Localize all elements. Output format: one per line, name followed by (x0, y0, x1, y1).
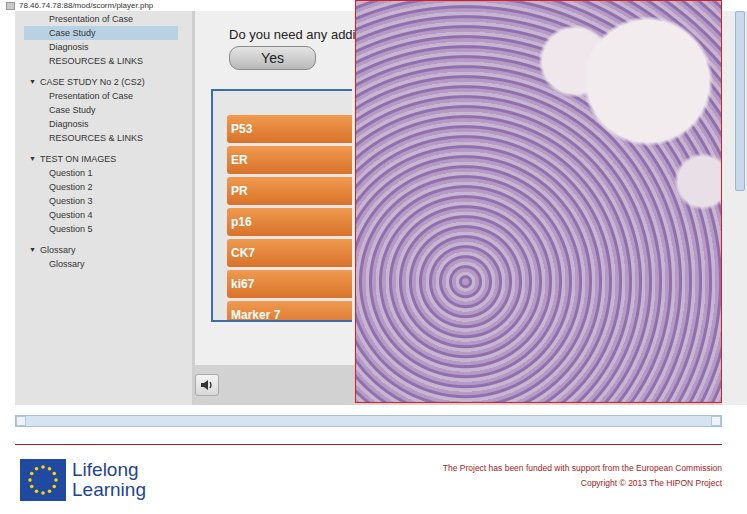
sidebar-item[interactable]: Question 4 (24, 208, 192, 222)
item-label[interactable]: Case Study (49, 105, 96, 115)
sidebar-item[interactable]: Diagnosis (24, 40, 192, 54)
sidebar: Presentation of Case Case Study Diagnosis R… (15, 11, 195, 405)
speaker-icon[interactable] (200, 379, 214, 391)
item-label[interactable]: Question 5 (49, 224, 93, 234)
marker-button[interactable]: PR (227, 177, 352, 205)
marker-button[interactable]: CK7 (227, 239, 352, 267)
sidebar-item[interactable]: Presentation of Case (24, 89, 192, 103)
logo-text: Lifelong (72, 460, 146, 480)
divider (15, 444, 722, 445)
funding-note: The Project has been funded with support… (443, 461, 722, 476)
section-label[interactable]: Glossary (40, 243, 76, 257)
yes-button[interactable]: Yes (229, 46, 316, 70)
expand-toggle[interactable]: ▼ (29, 75, 36, 89)
sidebar-item[interactable]: Question 1 (24, 166, 192, 180)
sidebar-section[interactable]: ▼ CASE STUDY No 2 (CS2) (24, 75, 192, 89)
sidebar-item[interactable]: Diagnosis (24, 117, 192, 131)
item-label[interactable]: Diagnosis (49, 42, 89, 52)
marker-button[interactable]: Marker 7 (227, 301, 352, 322)
sidebar-item[interactable]: Question 5 (24, 222, 192, 236)
section-label[interactable]: CASE STUDY No 2 (CS2) (40, 75, 145, 89)
address-text[interactable]: 78.46.74.78:88/mod/scorm/player.php (19, 0, 153, 11)
item-label[interactable]: Question 2 (49, 182, 93, 192)
page-icon (6, 2, 15, 10)
scroll-thumb[interactable] (735, 11, 745, 191)
marker-button[interactable]: ER (227, 146, 352, 174)
item-label[interactable]: Question 4 (49, 210, 93, 220)
marker-button[interactable]: ki67 (227, 270, 352, 298)
sidebar-item[interactable]: Glossary (24, 257, 192, 271)
copyright-note: Copyright © 2013 The HIPON Project (443, 476, 722, 491)
marker-button[interactable]: P53 (227, 115, 352, 143)
footer: LifelongLearning The Project has been fun… (0, 445, 747, 501)
item-label[interactable]: Question 1 (49, 168, 93, 178)
horizontal-scrollbar[interactable] (15, 415, 722, 427)
item-label[interactable]: Case Study (49, 28, 96, 38)
sidebar-section[interactable]: ▼ Glossary (24, 243, 192, 257)
sidebar-item[interactable]: Case Study (24, 26, 178, 40)
sidebar-section[interactable]: ▼ TEST ON IMAGES (24, 152, 192, 166)
logo-text: Learning (72, 480, 146, 500)
marker-panel: P53 ER PR p16 CK7 ki67 Marker 7 (211, 89, 352, 322)
histology-image (355, 0, 722, 403)
sound-button[interactable] (195, 374, 219, 396)
player-frame: Presentation of Case Case Study Diagnosis R… (15, 11, 722, 405)
marker-button[interactable]: p16 (227, 208, 352, 236)
sidebar-item[interactable]: Presentation of Case (24, 12, 192, 26)
vertical-scrollbar[interactable] (722, 11, 747, 405)
sidebar-item[interactable]: Question 2 (24, 180, 192, 194)
eu-flag-icon (20, 459, 66, 501)
item-label[interactable]: RESOURCES & LINKS (49, 56, 143, 66)
scroll-right-button[interactable] (711, 416, 721, 426)
sidebar-item[interactable]: RESOURCES & LINKS (24, 131, 192, 145)
expand-toggle[interactable]: ▼ (29, 152, 36, 166)
section-label[interactable]: TEST ON IMAGES (40, 152, 116, 166)
item-label[interactable]: Question 3 (49, 196, 93, 206)
sidebar-item[interactable]: RESOURCES & LINKS (24, 54, 192, 68)
sidebar-item[interactable]: Question 3 (24, 194, 192, 208)
item-label[interactable]: Diagnosis (49, 119, 89, 129)
expand-toggle[interactable]: ▼ (29, 243, 36, 257)
item-label[interactable]: Glossary (49, 259, 85, 269)
sidebar-item[interactable]: Case Study (24, 103, 192, 117)
item-label[interactable]: Presentation of Case (49, 91, 133, 101)
lifelong-learning-logo: LifelongLearning (20, 459, 146, 501)
item-label[interactable]: RESOURCES & LINKS (49, 133, 143, 143)
scroll-left-button[interactable] (16, 416, 26, 426)
item-label[interactable]: Presentation of Case (49, 14, 133, 24)
